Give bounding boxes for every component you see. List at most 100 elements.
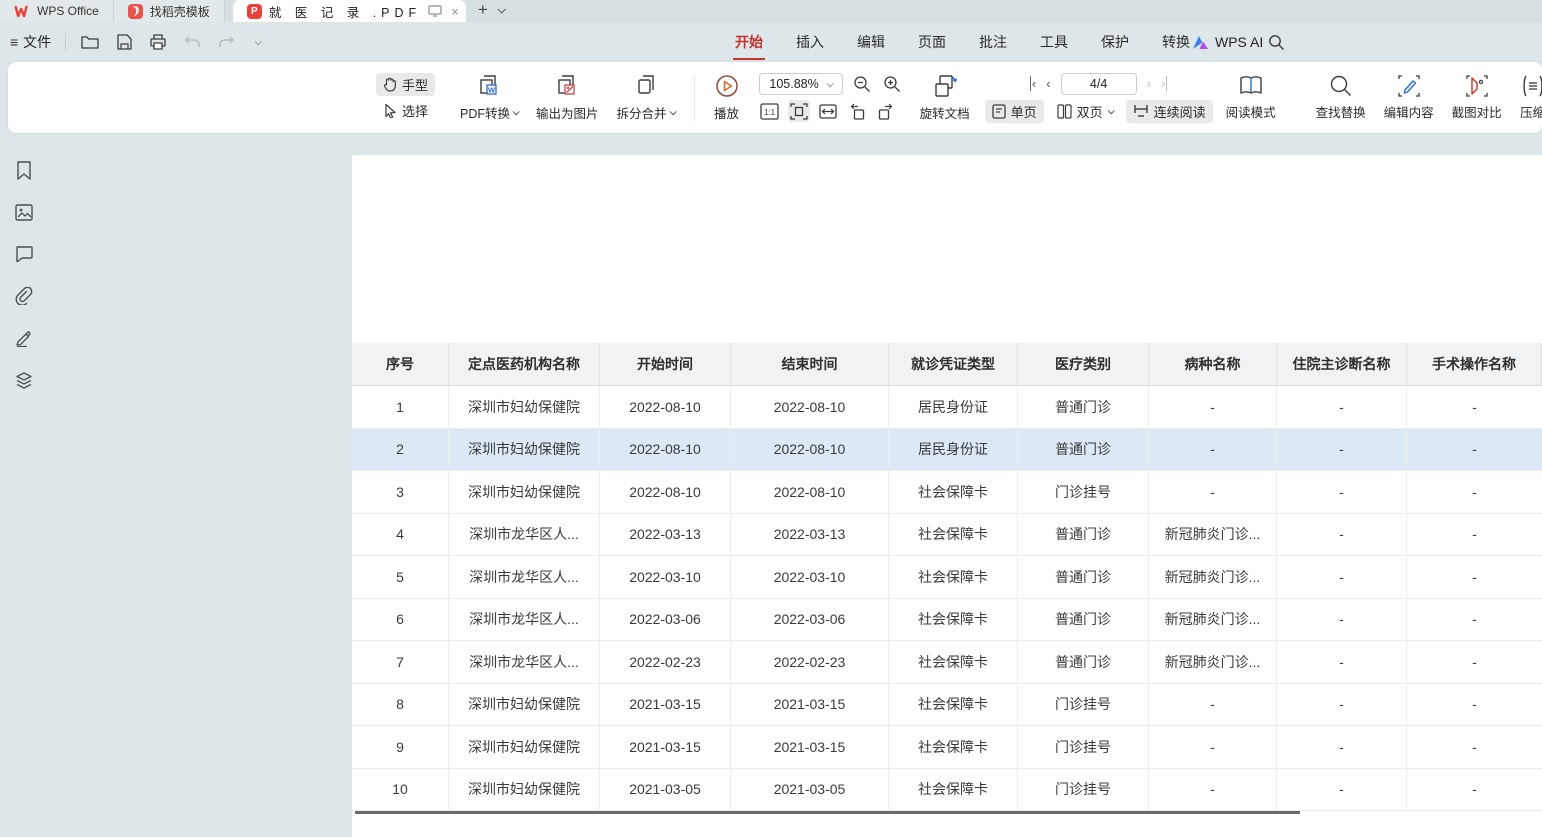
hand-tool-button[interactable]: 手型 <box>376 73 435 96</box>
wps-logo-icon <box>14 3 30 19</box>
split-merge-button[interactable]: 拆分合并 <box>608 73 684 122</box>
undo-button[interactable] <box>182 32 202 52</box>
file-menu-button[interactable]: ≡ 文件 <box>10 32 51 52</box>
select-tool-label: 选择 <box>402 101 428 120</box>
menu-tab-编辑[interactable]: 编辑 <box>855 28 887 56</box>
print-button[interactable] <box>148 32 168 52</box>
rotate-document-button[interactable]: 旋转文档 <box>911 73 979 122</box>
wps-ai-logo-icon <box>1192 35 1209 50</box>
layers-panel-button[interactable] <box>14 370 34 390</box>
zoom-out-button[interactable] <box>851 73 873 95</box>
table-header-cell: 病种名称 <box>1149 343 1277 385</box>
screen-share-icon[interactable] <box>428 5 442 18</box>
page-indicator-value: 4/4 <box>1090 77 1107 91</box>
signature-panel-button[interactable] <box>14 328 34 348</box>
continuous-read-button[interactable]: 连续阅读 <box>1126 100 1213 123</box>
screenshot-compare-button[interactable]: 截图对比 <box>1443 74 1511 121</box>
close-tab-icon[interactable]: × <box>449 4 461 19</box>
previous-page-button[interactable]: ‹ <box>1046 76 1050 91</box>
select-tool-button[interactable]: 选择 <box>376 99 435 122</box>
zoom-level-dropdown[interactable]: 105.88% <box>759 73 843 95</box>
first-page-button[interactable]: ‹ <box>1030 76 1036 91</box>
table-body: 1深圳市妇幼保健院2022-08-102022-08-10居民身份证普通门诊--… <box>352 386 1542 811</box>
table-cell: 深圳市龙华区人... <box>449 556 600 598</box>
table-row: 9深圳市妇幼保健院2021-03-152021-03-15社会保障卡门诊挂号--… <box>352 726 1542 769</box>
new-tab-button[interactable]: + <box>466 0 496 22</box>
edit-content-label: 编辑内容 <box>1384 102 1434 121</box>
save-button[interactable] <box>114 32 134 52</box>
ribbon-search-button[interactable] <box>1268 22 1285 62</box>
tab-wps-home[interactable]: WPS Office <box>0 0 114 22</box>
table-header-cell: 住院主诊断名称 <box>1277 343 1407 385</box>
table-cell: 社会保障卡 <box>889 769 1018 811</box>
redo-icon <box>218 35 235 49</box>
fit-width-button[interactable] <box>817 100 839 122</box>
table-cell: 新冠肺炎门诊... <box>1149 599 1277 641</box>
menu-tab-开始[interactable]: 开始 <box>733 28 765 56</box>
bookmark-icon <box>16 161 32 180</box>
attachments-panel-button[interactable] <box>14 286 34 306</box>
open-file-button[interactable] <box>80 32 100 52</box>
rotate-left-button[interactable] <box>846 100 868 122</box>
table-cell: - <box>1277 386 1407 428</box>
export-image-label: 输出为图片 <box>536 103 599 122</box>
edit-content-button[interactable]: 编辑内容 <box>1375 74 1443 121</box>
menu-tab-页面[interactable]: 页面 <box>916 28 948 56</box>
menu-tab-插入[interactable]: 插入 <box>794 28 826 56</box>
table-row: 4深圳市龙华区人...2022-03-132022-03-13社会保障卡普通门诊… <box>352 514 1542 557</box>
redo-button[interactable] <box>216 32 236 52</box>
rotate-right-icon <box>877 103 895 120</box>
table-cell: 深圳市妇幼保健院 <box>449 684 600 726</box>
table-header-cell: 定点医药机构名称 <box>449 343 600 385</box>
wps-ai-button[interactable]: WPS AI <box>1192 22 1263 62</box>
comments-panel-button[interactable] <box>14 244 34 264</box>
bookmarks-panel-button[interactable] <box>14 160 34 180</box>
play-button[interactable]: 播放 <box>705 73 749 122</box>
hamburger-icon: ≡ <box>10 34 18 50</box>
table-cell: 2022-02-23 <box>600 641 731 683</box>
table-cell: - <box>1149 386 1277 428</box>
undo-history-dropdown[interactable] <box>250 32 264 52</box>
image-icon <box>15 204 33 221</box>
compress-button[interactable]: 压缩 <box>1511 74 1542 121</box>
double-page-button[interactable]: 双页 <box>1050 100 1120 123</box>
last-page-button[interactable]: › <box>1161 76 1167 91</box>
fit-page-icon <box>790 103 808 120</box>
screenshot-compare-label: 截图对比 <box>1452 102 1502 121</box>
table-cell: - <box>1149 769 1277 811</box>
next-page-button[interactable]: › <box>1147 76 1151 91</box>
tab-active-document[interactable]: P 就 医 记 录 .PDF × <box>233 0 466 22</box>
table-cell: 2021-03-05 <box>731 769 889 811</box>
table-cell: 2022-08-10 <box>731 471 889 513</box>
zoom-in-button[interactable] <box>881 73 903 95</box>
play-label: 播放 <box>714 103 739 122</box>
menu-tab-批注[interactable]: 批注 <box>977 28 1009 56</box>
chevron-down-icon <box>254 38 261 45</box>
export-image-button[interactable]: 输出为图片 <box>527 73 608 122</box>
read-mode-button[interactable]: 阅读模式 <box>1217 74 1285 121</box>
table-cell: - <box>1407 514 1542 556</box>
table-cell: 深圳市妇幼保健院 <box>449 471 600 513</box>
fit-page-button[interactable] <box>788 100 810 122</box>
rotate-document-icon <box>932 73 958 99</box>
menu-tab-工具[interactable]: 工具 <box>1038 28 1070 56</box>
table-cell: 社会保障卡 <box>889 684 1018 726</box>
table-cell: 社会保障卡 <box>889 471 1018 513</box>
table-cell: - <box>1407 641 1542 683</box>
single-page-button[interactable]: 单页 <box>985 100 1044 123</box>
table-row: 5深圳市龙华区人...2022-03-102022-03-10社会保障卡普通门诊… <box>352 556 1542 599</box>
chevron-down-icon <box>669 108 676 115</box>
pdf-convert-button[interactable]: W PDF转换 <box>451 73 527 122</box>
menu-tab-转换[interactable]: 转换 <box>1160 28 1192 56</box>
page-number-input[interactable]: 4/4 <box>1061 73 1137 95</box>
menu-tab-保护[interactable]: 保护 <box>1099 28 1131 56</box>
document-area: 序号定点医药机构名称开始时间结束时间就诊凭证类型医疗类别病种名称住院主诊断名称手… <box>47 133 1542 837</box>
rotate-right-button[interactable] <box>875 100 897 122</box>
find-replace-button[interactable]: 查找替换 <box>1307 74 1375 121</box>
actual-size-button[interactable]: 1:1 <box>759 100 781 122</box>
tab-list-dropdown[interactable] <box>496 0 512 22</box>
table-cell: 普通门诊 <box>1018 386 1149 428</box>
medical-records-table: 序号定点医药机构名称开始时间结束时间就诊凭证类型医疗类别病种名称住院主诊断名称手… <box>352 343 1542 811</box>
tab-docer-templates[interactable]: 找稻壳模板 <box>114 0 225 22</box>
thumbnails-panel-button[interactable] <box>14 202 34 222</box>
